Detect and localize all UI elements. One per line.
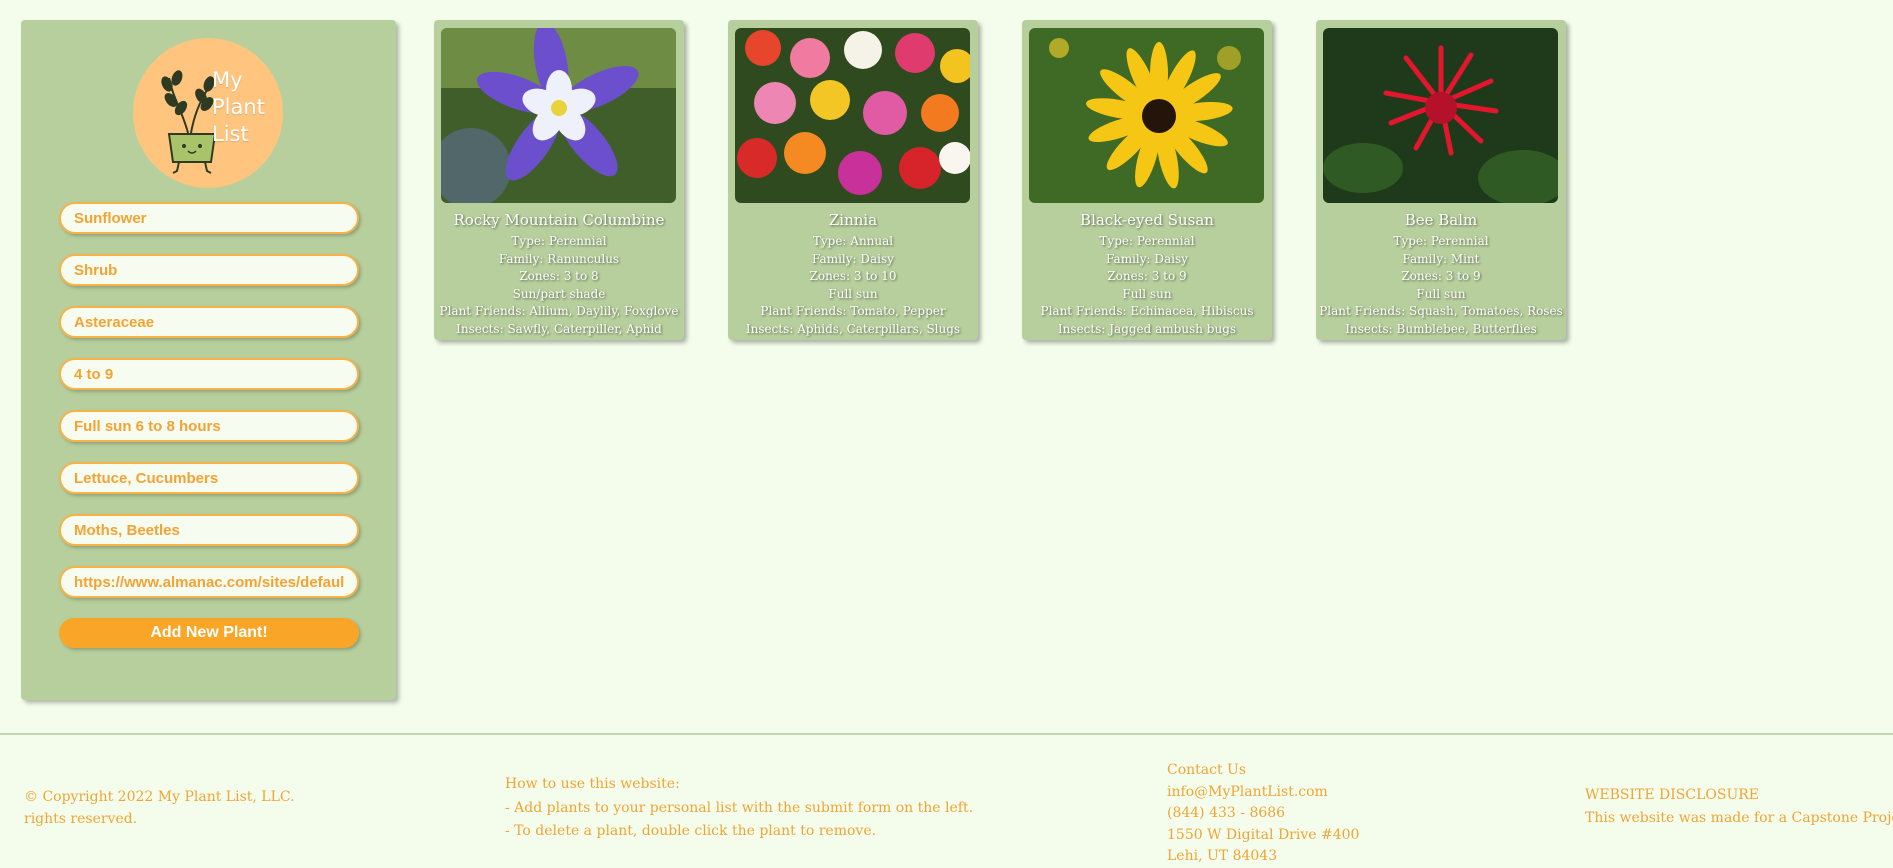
footer-contact: Contact Us info@MyPlantList.com (844) 43… <box>1167 760 1359 868</box>
plant-insects: Insects: Aphids, Caterpillars, Slugs <box>745 321 961 336</box>
footer-disclosure: WEBSITE DISCLOSURE This website was made… <box>1585 784 1893 830</box>
plant-zones: Zones: 3 to 9 <box>1401 269 1481 283</box>
rights-text: rights reserved. <box>24 811 138 827</box>
plant-family-input[interactable] <box>59 306 359 338</box>
plant-type: Type: Annual <box>812 234 894 248</box>
plant-family: Family: Mint <box>1402 251 1480 266</box>
plant-zones: Zones: 3 to 8 <box>519 269 599 283</box>
plant-image-url-input[interactable] <box>59 566 359 598</box>
plant-zones-input[interactable] <box>59 358 359 390</box>
plant-name: Zinnia <box>828 211 878 229</box>
plant-friends: Plant Friends: Tomato, Pepper <box>760 304 946 318</box>
plant-card[interactable]: Bee Balm Type: Perennial Family: Mint Zo… <box>1316 20 1566 340</box>
plant-photo-columbine <box>441 28 676 203</box>
plant-card[interactable]: Rocky Mountain Columbine Type: Perennial… <box>434 20 684 340</box>
plant-sun: Sun/part shade <box>512 286 606 301</box>
plant-zones: Zones: 3 to 9 <box>1107 269 1187 283</box>
copyright-text: © Copyright 2022 My Plant List, LLC. <box>24 789 295 805</box>
plant-name: Bee Balm <box>1404 211 1478 229</box>
plant-insects: Insects: Jagged ambush bugs <box>1057 321 1237 336</box>
contact-title: Contact Us <box>1167 762 1247 778</box>
logo-line-2: Plant <box>212 95 265 119</box>
contact-address-line-1: 1550 W Digital Drive #400 <box>1167 826 1360 843</box>
plant-type: Type: Perennial <box>1099 234 1195 248</box>
disclosure-title: WEBSITE DISCLOSURE <box>1585 787 1760 803</box>
contact-email[interactable]: info@MyPlantList.com <box>1167 782 1359 804</box>
plant-sun: Full sun <box>1122 286 1172 301</box>
plant-zones: Zones: 3 to 10 <box>809 269 897 283</box>
plant-type: Type: Perennial <box>1393 234 1489 248</box>
howto-title: How to use this website: <box>505 776 680 792</box>
plant-sun: Full sun <box>1416 286 1466 301</box>
plant-name: Rocky Mountain Columbine <box>453 211 665 229</box>
plant-friends: Plant Friends: Squash, Tomatoes, Roses <box>1319 304 1563 318</box>
plant-family: Family: Daisy <box>1106 251 1188 266</box>
plant-photo-bee-balm <box>1323 28 1558 203</box>
footer-instructions: How to use this website: - Add plants to… <box>505 773 973 844</box>
howto-step-delete: - To delete a plant, double click the pl… <box>505 823 877 839</box>
plant-details: Type: Perennial Family: Ranunculus Zones… <box>434 233 684 338</box>
plant-insects-input[interactable] <box>59 514 359 546</box>
plant-type-input[interactable] <box>59 254 359 286</box>
plant-details: Type: Perennial Family: Daisy Zones: 3 t… <box>1022 233 1272 338</box>
plant-name: Black-eyed Susan <box>1080 211 1214 229</box>
plant-details: Type: Perennial Family: Mint Zones: 3 to… <box>1316 233 1566 338</box>
plant-card[interactable]: Zinnia Type: Annual Family: Daisy Zones:… <box>728 20 978 340</box>
plant-friends-input[interactable] <box>59 462 359 494</box>
add-new-plant-button[interactable]: Add New Plant! <box>59 618 359 648</box>
add-plant-panel: My Plant List Add New Plant! <box>21 20 396 700</box>
plant-friends: Plant Friends: Echinacea, Hibiscus <box>1040 304 1254 318</box>
plant-card[interactable]: Black-eyed Susan Type: Perennial Family:… <box>1022 20 1272 340</box>
plant-type: Type: Perennial <box>511 234 607 248</box>
plant-family: Family: Ranunculus <box>498 251 620 266</box>
plant-photo-black-eyed-susan <box>1029 28 1264 203</box>
contact-phone: (844) 433 - 8686 <box>1167 805 1286 821</box>
logo-line-3: List <box>212 122 249 146</box>
logo-line-1: My <box>212 68 243 92</box>
footer-copyright: © Copyright 2022 My Plant List, LLC. rig… <box>24 786 295 830</box>
contact-address-line-2: Lehi, UT 84043 <box>1167 848 1278 864</box>
disclosure-text: This website was made for a Capstone Pro… <box>1585 810 1893 826</box>
plant-friends: Plant Friends: Allium, Daylily, Foxglove <box>439 304 679 318</box>
plant-details: Type: Annual Family: Daisy Zones: 3 to 1… <box>728 233 978 338</box>
plant-photo-zinnia <box>735 28 970 203</box>
plant-name-input[interactable] <box>59 202 359 234</box>
plant-family: Family: Daisy <box>812 251 894 266</box>
howto-step-add: - Add plants to your personal list with … <box>505 799 974 816</box>
plant-insects: Insects: Sawfly, Caterpiller, Aphid <box>456 321 662 336</box>
logo-text: My Plant List <box>212 67 265 148</box>
plant-sun: Full sun <box>828 286 878 301</box>
footer-divider <box>0 733 1893 735</box>
plant-sun-input[interactable] <box>59 410 359 442</box>
plant-insects: Insects: Bumblebee, Butterflies <box>1345 321 1537 336</box>
my-plant-list-logo: My Plant List <box>133 38 283 188</box>
